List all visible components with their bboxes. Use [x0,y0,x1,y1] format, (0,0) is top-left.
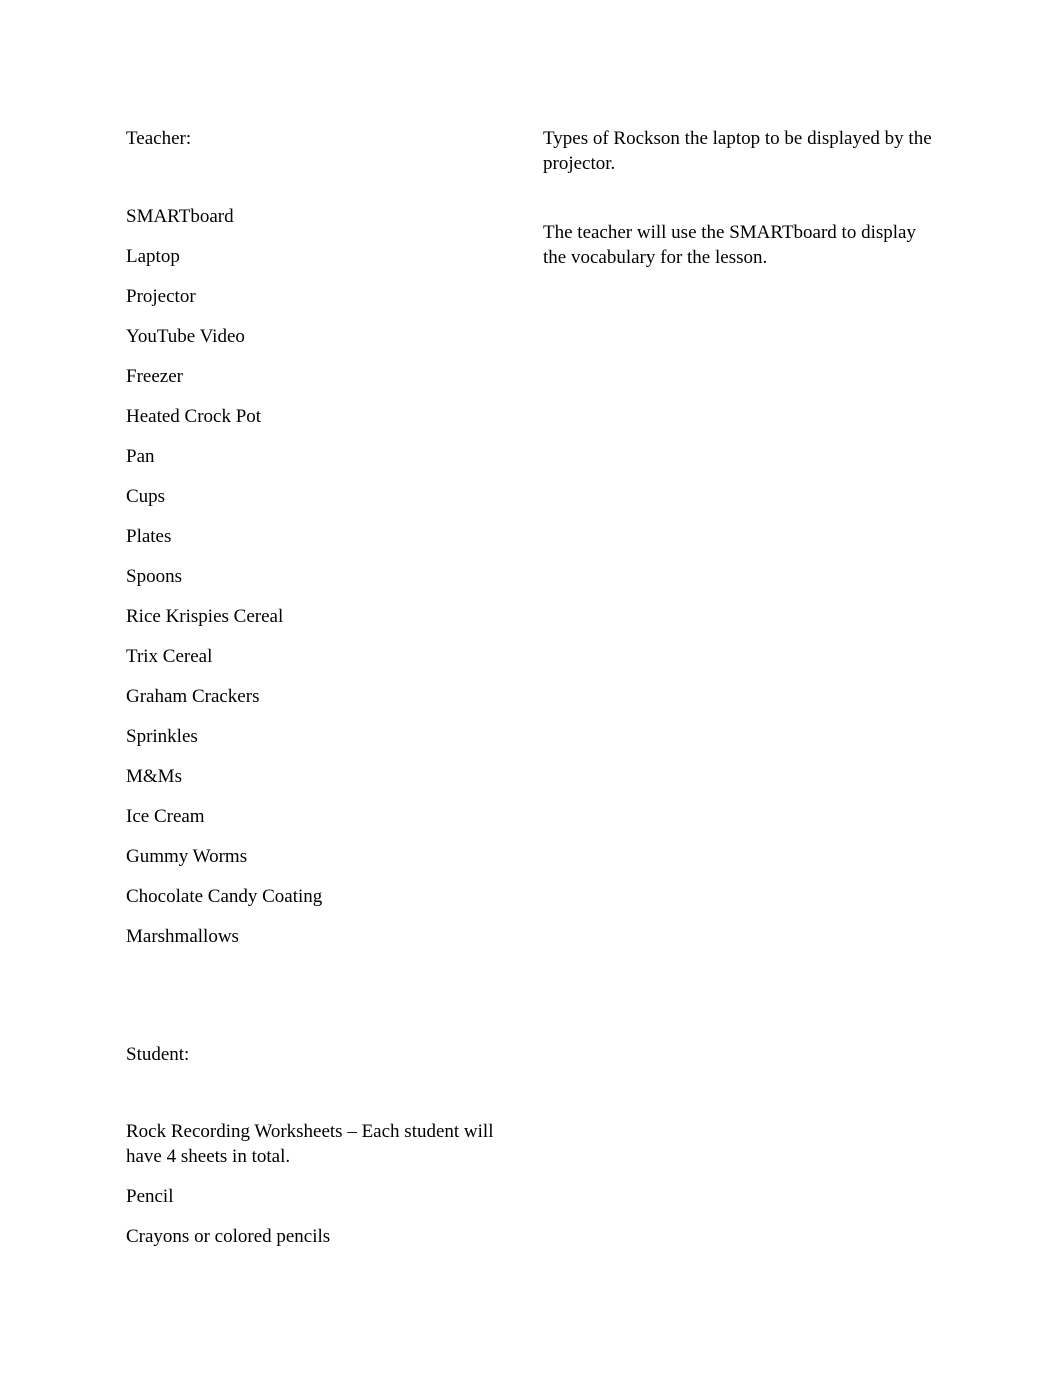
list-item: Sprinkles [126,726,198,747]
list-item: Gummy Worms [126,846,248,867]
list-item: YouTube Video [126,326,245,347]
document-page: Teacher: SMARTboard Laptop Projector You… [0,0,1062,1376]
list-item: Laptop [126,246,180,267]
list-item: Crayons or colored pencils [126,1226,331,1247]
teacher-section-heading: Teacher: [126,128,192,149]
list-item: Ice Cream [126,806,205,827]
student-materials-list: Rock Recording Worksheets – Each student… [126,1119,506,1249]
note-paragraph-rock-types: Types of Rockson the laptop to be displa… [543,128,932,174]
spacer-between-sections [126,949,506,1042]
list-item: Rice Krispies Cereal [126,606,284,627]
list-item: Graham Crackers [126,686,260,707]
materials-column: Teacher: SMARTboard Laptop Projector You… [126,126,506,1249]
teacher-materials-list: SMARTboard Laptop Projector YouTube Vide… [126,204,506,949]
list-item: Pan [126,446,155,467]
spacer-between-notes [543,176,935,220]
list-item: Heated Crock Pot [126,406,262,427]
list-item: Marshmallows [126,926,239,947]
list-item: Chocolate Candy Coating [126,886,323,907]
list-item: M&Ms [126,766,182,787]
list-item: Pencil [126,1186,174,1207]
list-item: Spoons [126,566,182,587]
list-item: Plates [126,526,172,547]
list-item: Trix Cereal [126,646,213,667]
list-item: SMARTboard [126,206,234,227]
list-item: Freezer [126,366,183,387]
student-section-heading: Student: [126,1044,190,1065]
list-item: Rock Recording Worksheets – Each student… [126,1121,494,1167]
list-item: Cups [126,486,166,507]
spacer-after-teacher-heading [126,151,506,204]
note-paragraph-smartboard-vocabulary: The teacher will use the SMARTboard to d… [543,222,916,268]
spacer-after-student-heading [126,1067,506,1119]
list-item: Projector [126,286,196,307]
notes-column: Types of Rockson the laptop to be displa… [543,126,935,270]
